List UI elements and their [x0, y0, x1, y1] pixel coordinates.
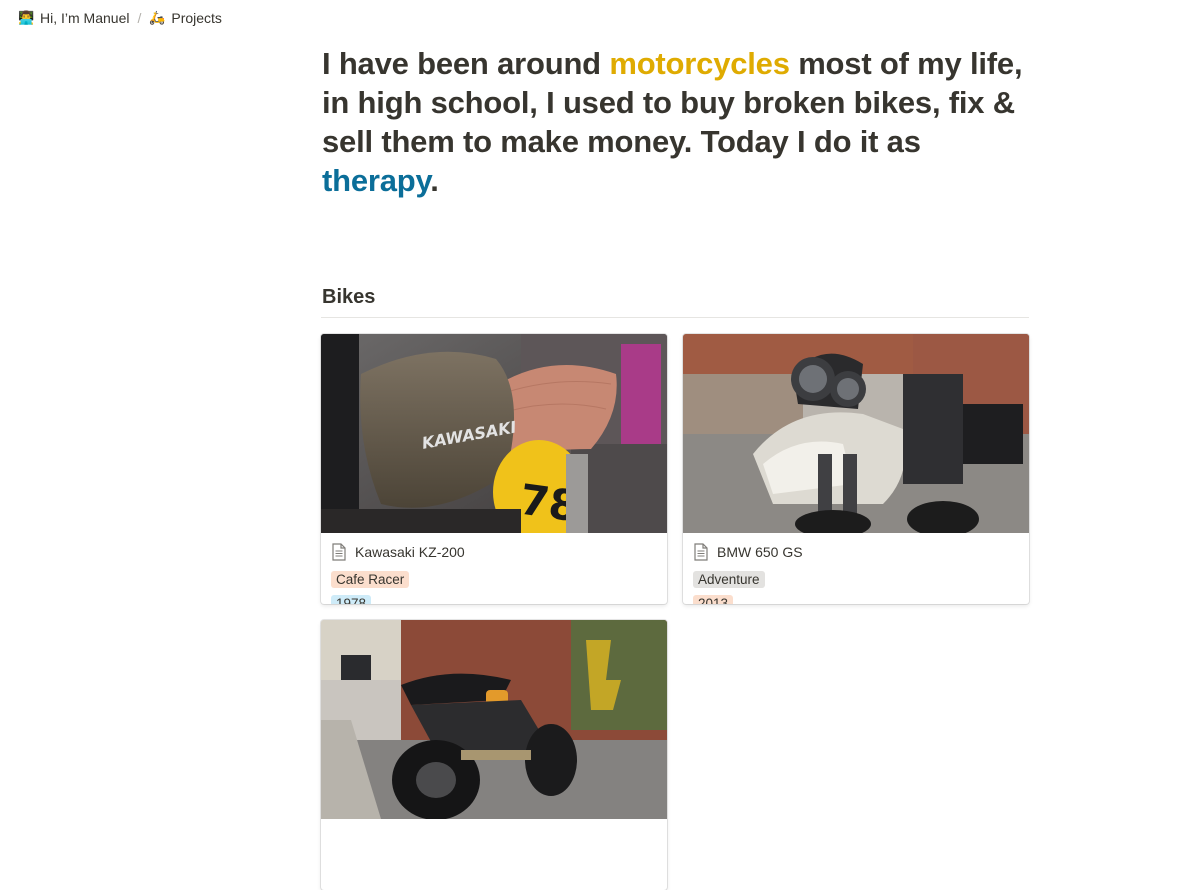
breadcrumb: 👨‍💻 Hi, I’m Manuel / 🛵 Projects	[0, 0, 1179, 36]
card-cover-image	[321, 620, 667, 819]
headline-highlight-motorcycles: motorcycles	[609, 46, 790, 81]
section-divider	[321, 317, 1029, 318]
gallery-card-scrambler[interactable]	[321, 620, 667, 890]
card-title: Kawasaki KZ-200	[355, 544, 465, 560]
bikes-gallery: KAWASAKI 78 Kawasaki KZ-200 Cafe Racer 1…	[321, 334, 1030, 890]
section-title: Bikes	[322, 286, 376, 308]
breadcrumb-home[interactable]: 👨‍💻 Hi, I’m Manuel	[14, 8, 133, 28]
page-icon	[694, 543, 708, 561]
page-icon	[332, 543, 346, 561]
headline-highlight-therapy: therapy	[322, 163, 431, 198]
headline-text-1: I have been around	[322, 46, 610, 81]
tag-year: 2013	[693, 595, 734, 604]
card-title: BMW 650 GS	[717, 544, 803, 560]
breadcrumb-projects-label: Projects	[171, 10, 222, 26]
tag-year: 1978	[331, 595, 372, 604]
gallery-card-kawasaki[interactable]: KAWASAKI 78 Kawasaki KZ-200 Cafe Racer 1…	[321, 334, 667, 604]
tag-style: Cafe Racer	[331, 571, 410, 588]
headline-text-3: .	[430, 163, 439, 198]
card-cover-image	[683, 334, 1029, 533]
breadcrumb-separator: /	[137, 10, 142, 26]
avatar-icon: 👨‍💻	[18, 10, 35, 25]
breadcrumb-home-label: Hi, I’m Manuel	[40, 10, 130, 26]
page-headline: I have been around motorcycles most of m…	[322, 44, 1042, 200]
gallery-card-bmw[interactable]: BMW 650 GS Adventure 2013	[683, 334, 1029, 604]
card-cover-image: KAWASAKI 78	[321, 334, 667, 533]
tag-style: Adventure	[693, 571, 765, 588]
breadcrumb-projects[interactable]: 🛵 Projects	[145, 8, 226, 28]
scooter-icon: 🛵	[149, 10, 166, 25]
